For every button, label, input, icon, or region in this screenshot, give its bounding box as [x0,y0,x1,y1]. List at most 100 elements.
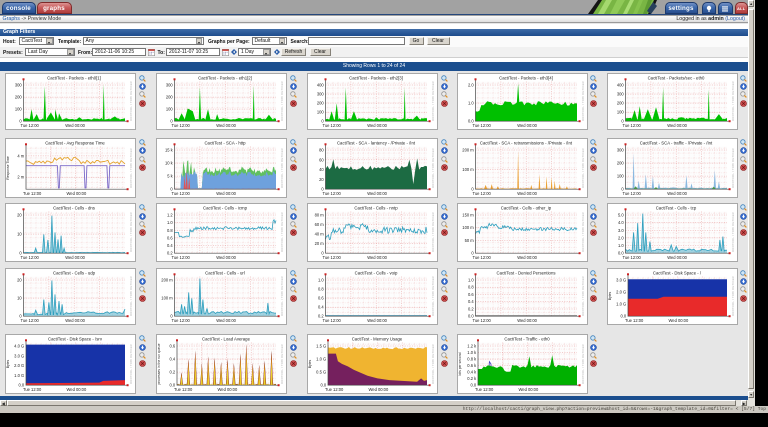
svg-text:2.0 G: 2.0 G [14,363,24,368]
svg-text:RRDTOOL / TOBI OETIKER: RRDTOOL / TOBI OETIKER [731,276,735,316]
svg-text:200: 200 [616,160,624,165]
svg-text:2.0: 2.0 [617,235,623,240]
svg-text:20: 20 [319,176,324,181]
svg-text:1.0 k: 1.0 k [467,350,477,355]
svg-text:CactiTest - Disk Space - /: CactiTest - Disk Space - / [652,270,701,275]
svg-text:CactiTest - Packets - eth3[4]: CactiTest - Packets - eth3[4] [499,75,553,80]
svg-text:0.6: 0.6 [318,296,324,301]
svg-text:400: 400 [317,83,325,88]
svg-text:Tue 12:00: Tue 12:00 [472,190,491,195]
svg-text:Bytes: Bytes [308,359,312,368]
svg-text:RRDTOOL / TOBI OETIKER: RRDTOOL / TOBI OETIKER [431,148,435,188]
svg-text:CactiTest - Memory Usage: CactiTest - Memory Usage [352,336,403,341]
svg-text:CactiTest - Cells - dns: CactiTest - Cells - dns [53,205,95,210]
svg-text:Wed 00:00: Wed 00:00 [216,318,236,323]
svg-text:RRDTOOL / TOBI OETIKER: RRDTOOL / TOBI OETIKER [431,276,435,316]
svg-text:RRDTOOL / TOBI OETIKER: RRDTOOL / TOBI OETIKER [129,81,133,121]
svg-text:RRDTOOL / TOBI OETIKER: RRDTOOL / TOBI OETIKER [280,276,284,316]
svg-text:200: 200 [166,95,174,100]
svg-text:CactiTest - Cells - other_ip: CactiTest - Cells - other_ip [500,205,551,210]
svg-text:Tue 12:00: Tue 12:00 [622,254,641,259]
svg-text:Wed 00:00: Wed 00:00 [667,123,687,128]
svg-text:0.5 G: 0.5 G [316,369,326,374]
svg-text:0.8: 0.8 [167,227,173,232]
svg-text:0.8: 0.8 [318,287,324,292]
svg-text:CactiTest - SCA - http: CactiTest - SCA - http [204,140,246,145]
svg-text:Tue 12:00: Tue 12:00 [21,318,40,323]
svg-text:100: 100 [616,173,624,178]
svg-text:CactiTest - Packets - eth2[3]: CactiTest - Packets - eth2[3] [349,75,403,80]
svg-text:80: 80 [319,147,324,152]
svg-text:Wed 00:00: Wed 00:00 [667,254,687,259]
svg-text:200: 200 [616,101,624,106]
svg-text:2.0: 2.0 [467,83,473,88]
svg-text:Wed 00:00: Wed 00:00 [369,387,389,392]
svg-text:1.0 G: 1.0 G [316,356,326,361]
svg-text:Tue 12:00: Tue 12:00 [323,123,342,128]
svg-text:RRDTOOL / TOBI OETIKER: RRDTOOL / TOBI OETIKER [431,344,435,384]
svg-text:4.0: 4.0 [617,220,623,225]
svg-text:CactiTest - SCA - retransmissi: CactiTest - SCA - retransmissions - /Pri… [479,140,572,145]
svg-text:200 m: 200 m [161,278,173,283]
svg-text:Tue 12:00: Tue 12:00 [625,318,644,323]
svg-text:RRDTOOL / TOBI OETIKER: RRDTOOL / TOBI OETIKER [581,344,585,384]
svg-text:Response Time: Response Time [6,156,10,180]
svg-text:1.0: 1.0 [167,220,173,225]
svg-text:CactiTest - Cells - tcp: CactiTest - Cells - tcp [655,205,696,210]
svg-text:1.2 k: 1.2 k [467,343,477,348]
svg-text:RRDTOOL / TOBI OETIKER: RRDTOOL / TOBI OETIKER [280,212,284,252]
svg-text:Wed 00:00: Wed 00:00 [518,387,538,392]
svg-text:RRDTOOL / TOBI OETIKER: RRDTOOL / TOBI OETIKER [280,81,284,121]
svg-text:Wed 00:00: Wed 00:00 [216,123,236,128]
svg-text:40: 40 [319,167,324,172]
svg-text:Tue 12:00: Tue 12:00 [323,254,342,259]
svg-text:Wed 00:00: Wed 00:00 [367,123,387,128]
svg-text:RRDTOOL / TOBI OETIKER: RRDTOOL / TOBI OETIKER [431,212,435,252]
svg-text:300: 300 [616,147,624,152]
svg-text:Tue 12:00: Tue 12:00 [323,190,342,195]
svg-text:Wed 00:00: Wed 00:00 [65,254,85,259]
svg-text:RRDTOOL / TOBI OETIKER: RRDTOOL / TOBI OETIKER [129,276,133,316]
svg-text:Tue 12:00: Tue 12:00 [21,123,40,128]
svg-text:0.2 k: 0.2 k [467,376,477,381]
svg-text:Wed 00:00: Wed 00:00 [367,318,387,323]
svg-text:100: 100 [317,110,325,115]
svg-text:2.0 G: 2.0 G [616,290,626,295]
svg-text:5 k: 5 k [167,173,173,178]
svg-text:CactiTest - Packets/sec - eth0: CactiTest - Packets/sec - eth0 [647,75,704,80]
svg-text:Tue 12:00: Tue 12:00 [23,387,42,392]
svg-text:Wed 00:00: Wed 00:00 [667,190,687,195]
svg-text:Wed 00:00: Wed 00:00 [65,123,85,128]
svg-text:0.8: 0.8 [467,285,473,290]
svg-text:200 m: 200 m [462,147,474,152]
svg-text:20: 20 [17,212,22,217]
svg-text:0.4: 0.4 [169,356,175,361]
svg-text:15 k: 15 k [165,147,174,152]
svg-text:Wed 00:00: Wed 00:00 [517,254,537,259]
svg-text:CactiTest - Cells - udp: CactiTest - Cells - udp [53,270,96,275]
svg-text:4.0 G: 4.0 G [14,343,24,348]
svg-text:CactiTest - SCA - lantency - /: CactiTest - SCA - lantency - /Private - … [337,140,416,145]
svg-text:RRDTOOL / TOBI OETIKER: RRDTOOL / TOBI OETIKER [731,212,735,252]
svg-text:3.0: 3.0 [617,227,623,232]
svg-text:300: 300 [15,83,23,88]
svg-text:Wed 00:00: Wed 00:00 [517,123,537,128]
svg-text:1.0: 1.0 [318,278,324,283]
svg-text:RRDTOOL / TOBI OETIKER: RRDTOOL / TOBI OETIKER [731,148,735,188]
svg-text:20 m: 20 m [315,241,325,246]
svg-text:Tue 12:00: Tue 12:00 [174,387,193,392]
svg-text:1.5 G: 1.5 G [316,343,326,348]
svg-text:Tue 12:00: Tue 12:00 [325,387,344,392]
svg-text:60 m: 60 m [315,222,325,227]
svg-text:CactiTest - Avg Response Time: CactiTest - Avg Response Time [45,140,105,145]
svg-text:5.0: 5.0 [617,212,623,217]
svg-text:Tue 12:00: Tue 12:00 [172,123,191,128]
svg-text:10: 10 [17,296,22,301]
svg-text:4 m: 4 m [17,153,24,158]
svg-text:0.6: 0.6 [167,235,173,240]
svg-text:CactiTest - Packets - eth1[2]: CactiTest - Packets - eth1[2] [198,75,252,80]
svg-text:processes in the run queue: processes in the run queue [157,343,161,384]
svg-text:CactiTest - Load Average: CactiTest - Load Average [202,336,251,341]
svg-text:80 m: 80 m [315,212,325,217]
svg-text:100 m: 100 m [462,167,474,172]
